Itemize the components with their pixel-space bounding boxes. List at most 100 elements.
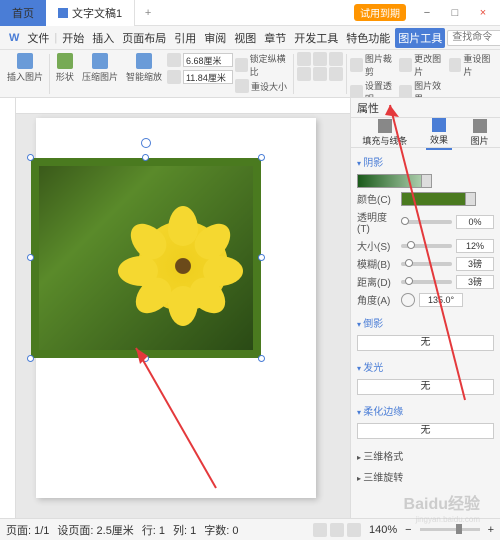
glow-none[interactable]: 无	[357, 379, 494, 395]
zoom-out[interactable]: −	[405, 524, 411, 536]
menu-pic-tools[interactable]: 图片工具	[395, 28, 445, 48]
page-indicator[interactable]: 页面: 1/1	[6, 522, 49, 538]
zoom-in[interactable]: +	[488, 524, 494, 536]
reset-size-icon[interactable]	[235, 79, 249, 93]
menu-review[interactable]: 审阅	[201, 28, 229, 48]
angle-input[interactable]	[419, 293, 463, 307]
document-tab[interactable]: 文字文稿1	[46, 0, 135, 26]
minimize-button[interactable]: −	[414, 3, 440, 23]
rotate-icon[interactable]	[297, 52, 311, 66]
smart-resize-button[interactable]: 智能缩放	[123, 52, 165, 84]
menu-view[interactable]: 视图	[231, 28, 259, 48]
distance-input[interactable]	[456, 275, 494, 289]
shape-button[interactable]: 形状	[53, 52, 77, 84]
properties-panel: 属性 填充与线条 效果 图片 阴影 颜色(C) 透明度(T) 大小(S) 模糊(…	[350, 98, 500, 518]
lock-icon[interactable]	[235, 58, 248, 72]
word-count[interactable]: 字数: 0	[204, 522, 238, 538]
glow-section[interactable]: 发光	[357, 357, 494, 376]
app-logo[interactable]: W	[6, 30, 22, 46]
tab-pic[interactable]: 图片	[467, 117, 493, 149]
insert-pic-icon	[17, 53, 33, 69]
opacity-slider[interactable]	[401, 220, 452, 224]
effect-label: 图片效果	[414, 79, 447, 98]
resize-handle-s[interactable]	[142, 355, 149, 362]
soft-edge-none[interactable]: 无	[357, 423, 494, 439]
resize-handle-n[interactable]	[142, 154, 149, 161]
opacity-input[interactable]	[456, 215, 494, 229]
distance-slider[interactable]	[401, 280, 452, 284]
zoom-level[interactable]: 140%	[369, 524, 397, 536]
compress-label: 压缩图片	[82, 70, 118, 83]
insert-pic-button[interactable]: 插入图片	[4, 52, 46, 84]
canvas[interactable]	[16, 98, 350, 518]
menu-section[interactable]: 章节	[261, 28, 289, 48]
crop-icon[interactable]	[350, 58, 363, 72]
blur-slider[interactable]	[401, 262, 452, 266]
close-button[interactable]: ×	[470, 3, 496, 23]
trial-badge[interactable]: 试用到期	[354, 4, 406, 21]
reset-icon[interactable]	[449, 58, 462, 72]
flip-icon[interactable]	[313, 52, 327, 66]
rotation-handle[interactable]	[141, 138, 151, 148]
order-icon[interactable]	[329, 67, 343, 81]
yellow-flower	[138, 221, 228, 311]
vertical-ruler[interactable]	[0, 98, 16, 518]
change-pic-icon[interactable]	[399, 58, 412, 72]
menu-dev[interactable]: 开发工具	[291, 28, 341, 48]
dropdown-icon[interactable]	[421, 175, 431, 187]
shape-icon	[57, 53, 73, 69]
resize-handle-ne[interactable]	[258, 154, 265, 161]
resize-handle-w[interactable]	[27, 254, 34, 261]
resize-handle-sw[interactable]	[27, 355, 34, 362]
blur-input[interactable]	[456, 257, 494, 271]
resize-handle-nw[interactable]	[27, 154, 34, 161]
tab-fill[interactable]: 填充与线条	[358, 117, 411, 149]
menu-insert[interactable]: 插入	[89, 28, 117, 48]
bg-icon[interactable]	[350, 85, 363, 98]
size-slider[interactable]	[401, 244, 452, 248]
file-menu[interactable]: 文件	[24, 28, 52, 48]
menu-start[interactable]: 开始	[59, 28, 87, 48]
align-icon[interactable]	[297, 67, 311, 81]
crop-label: 图片裁剪	[365, 52, 398, 78]
soft-edge-section[interactable]: 柔化边缘	[357, 401, 494, 420]
height-input[interactable]	[183, 70, 233, 84]
menu-special[interactable]: 特色功能	[343, 28, 393, 48]
wrap-icon[interactable]	[329, 52, 343, 66]
width-input[interactable]	[183, 53, 233, 67]
shadow-section[interactable]: 阴影	[357, 152, 494, 171]
dropdown-icon[interactable]	[465, 193, 475, 205]
reflection-none[interactable]: 无	[357, 335, 494, 351]
document-page[interactable]	[36, 118, 316, 498]
size-input[interactable]	[456, 239, 494, 253]
rotate-3d-section[interactable]: 三维旋转	[357, 466, 494, 487]
maximize-button[interactable]: □	[442, 3, 468, 23]
width-icon	[167, 53, 181, 67]
format-3d-section[interactable]: 三维格式	[357, 445, 494, 466]
shadow-preset[interactable]	[357, 174, 432, 188]
command-search[interactable]	[447, 30, 500, 46]
menu-layout[interactable]: 页面布局	[119, 28, 169, 48]
compress-icon	[92, 53, 108, 69]
horizontal-ruler[interactable]	[16, 98, 350, 114]
row-indicator: 行: 1	[142, 522, 165, 538]
resize-handle-se[interactable]	[258, 355, 265, 362]
color-swatch[interactable]	[401, 192, 476, 206]
change-pic-label: 更改图片	[414, 52, 447, 78]
home-tab[interactable]: 首页	[0, 0, 46, 26]
effect-tab-icon	[432, 118, 446, 132]
group-icon[interactable]	[313, 67, 327, 81]
compress-button[interactable]: 压缩图片	[79, 52, 121, 84]
tab-fill-label: 填充与线条	[362, 134, 407, 147]
menu-ref[interactable]: 引用	[171, 28, 199, 48]
zoom-slider[interactable]	[420, 528, 480, 531]
reflection-section[interactable]: 倒影	[357, 313, 494, 332]
height-icon	[167, 70, 181, 84]
tab-effect[interactable]: 效果	[426, 116, 452, 150]
resize-handle-e[interactable]	[258, 254, 265, 261]
effect-icon[interactable]	[399, 85, 412, 98]
selected-image[interactable]	[31, 158, 261, 358]
angle-dial[interactable]	[401, 293, 415, 307]
new-tab-button[interactable]: +	[135, 7, 161, 19]
view-icons[interactable]	[313, 523, 361, 537]
